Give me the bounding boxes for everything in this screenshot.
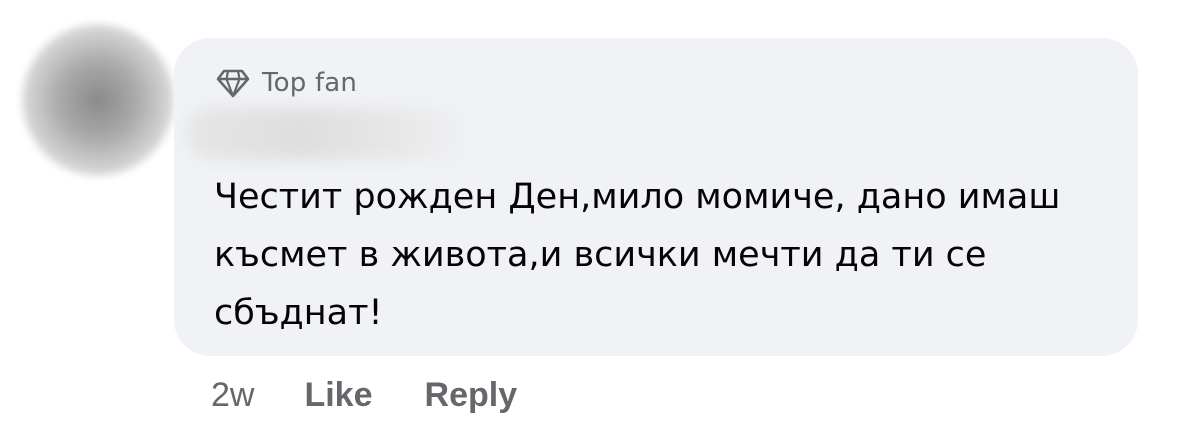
timestamp[interactable]: 2w	[211, 376, 254, 415]
comment: Top fan Честит рожден Ден,мило момиче, д…	[0, 0, 1179, 446]
diamond-icon	[216, 69, 250, 98]
comment-text: Честит рожден Ден,мило момиче, дано имаш…	[214, 177, 1061, 333]
author-name[interactable]	[186, 108, 476, 160]
top-fan-badge[interactable]: Top fan	[216, 68, 357, 98]
comment-bubble: Top fan Честит рожден Ден,мило момиче, д…	[174, 38, 1138, 356]
badge-label: Top fan	[262, 68, 358, 98]
comment-actions: 2w Like Reply	[211, 372, 569, 418]
reply-button[interactable]: Reply	[425, 376, 518, 415]
avatar[interactable]	[22, 24, 174, 176]
like-button[interactable]: Like	[304, 376, 372, 415]
